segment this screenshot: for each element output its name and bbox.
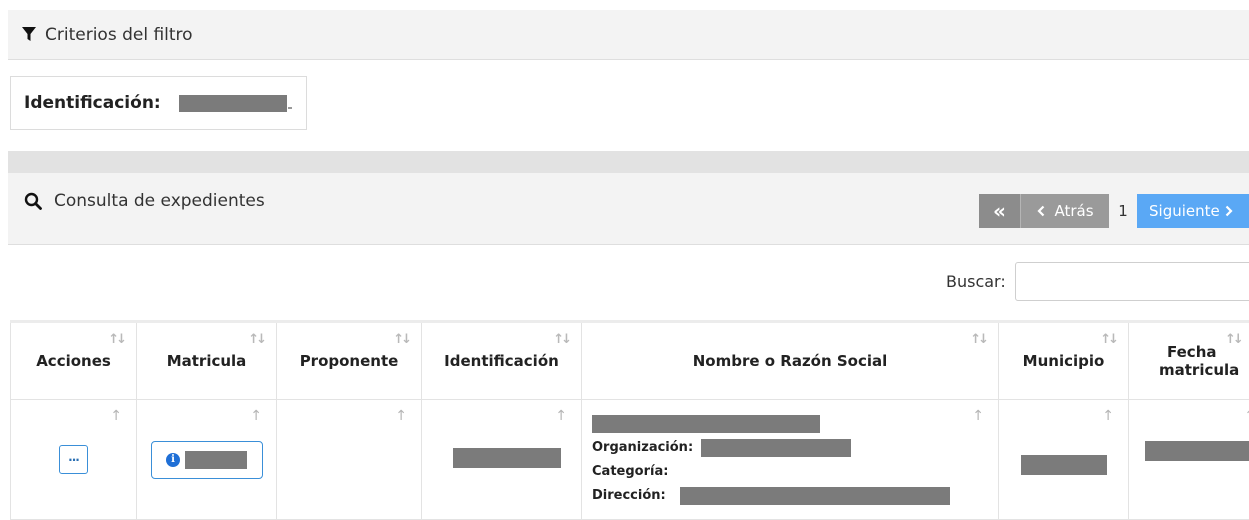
column-header-label: Acciones (36, 352, 111, 370)
next-page-label: Siguiente (1149, 202, 1220, 220)
first-page-button[interactable]: « (979, 194, 1020, 228)
sort-icon: ↑↓ (553, 332, 569, 347)
redacted-nombre-line (592, 412, 997, 436)
filter-icon (22, 27, 36, 42)
previous-page-button[interactable]: Atrás (1020, 194, 1109, 228)
column-header-municipio[interactable]: ↑↓ Municipio (999, 322, 1129, 400)
column-header-label: Identificación (444, 352, 559, 370)
sort-arrow-icon: ↑ (1102, 408, 1114, 424)
direccion-line: Dirección: (592, 484, 997, 508)
cell-acciones: ↑ ··· (11, 400, 137, 520)
matricula-button[interactable]: i (151, 441, 263, 479)
sort-icon: ↑↓ (1100, 332, 1116, 347)
cell-identificacion: ↑ (422, 400, 582, 520)
previous-page-label: Atrás (1054, 202, 1093, 220)
organizacion-line: Organización: (592, 436, 997, 460)
info-icon: i (166, 453, 180, 467)
redacted-identificacion-value (179, 95, 287, 112)
filter-summary-box: Identificación: (10, 76, 307, 130)
redacted-matricula-value (185, 451, 247, 469)
page-number-1[interactable]: 1 (1109, 194, 1137, 228)
cell-matricula: ↑ i (137, 400, 277, 520)
sort-arrow-icon: ↑ (250, 408, 262, 424)
filter-criteria-header[interactable]: Criterios del filtro (8, 10, 1249, 60)
sort-arrow-icon: ↑ (555, 408, 567, 424)
double-chevron-left-icon: « (993, 199, 1006, 223)
categoria-line: Categoría: (592, 460, 997, 484)
direccion-label: Dirección: (592, 488, 666, 503)
column-header-acciones[interactable]: ↑↓ Acciones (11, 322, 137, 400)
identificacion-filter-label: Identificación: (24, 93, 161, 113)
search-icon (24, 192, 42, 210)
next-page-button[interactable]: Siguiente (1137, 194, 1249, 228)
redacted-direccion (680, 487, 950, 505)
consulta-title: Consulta de expedientes (24, 191, 265, 211)
redacted-fecha (1145, 441, 1249, 461)
redacted-municipio (1021, 455, 1107, 475)
search-label: Buscar: (946, 272, 1006, 291)
search-input[interactable] (1015, 262, 1249, 301)
redaction-artifact (288, 107, 292, 109)
sort-arrow-icon: ↑ (110, 408, 122, 424)
filter-criteria-title: Criterios del filtro (45, 25, 193, 45)
cell-municipio: ↑ (999, 400, 1129, 520)
sort-icon: ↑↓ (970, 332, 986, 347)
column-header-label: Municipio (1023, 352, 1105, 370)
column-header-label: Proponente (300, 352, 399, 370)
section-separator (8, 151, 1249, 173)
cell-nombre-razon-social: ↑ Organización: Categoría: Dirección: (582, 400, 999, 520)
sort-icon: ↑↓ (393, 332, 409, 347)
organizacion-label: Organización: (592, 440, 693, 455)
column-header-matricula[interactable]: ↑↓ Matricula (137, 322, 277, 400)
sort-icon: ↑↓ (108, 332, 124, 347)
sort-icon: ↑↓ (248, 332, 264, 347)
redacted-nombre (592, 415, 820, 433)
pagination: « Atrás 1 Siguiente (979, 194, 1249, 228)
column-header-label: Nombre o Razón Social (693, 352, 888, 370)
column-header-identificacion[interactable]: ↑↓ Identificación (422, 322, 582, 400)
cell-proponente: ↑ (277, 400, 422, 520)
cell-fecha-matricula: ↑ (1129, 400, 1249, 520)
sort-arrow-icon: ↑ (395, 408, 407, 424)
sort-icon: ↑↓ (1225, 332, 1241, 347)
expedientes-table: ↑↓ Acciones ↑↓ Matricula ↑↓ Proponente ↑… (10, 320, 1249, 520)
table-header-row: ↑↓ Acciones ↑↓ Matricula ↑↓ Proponente ↑… (11, 322, 1249, 400)
consulta-title-text: Consulta de expedientes (54, 191, 265, 211)
actions-menu-button[interactable]: ··· (59, 445, 88, 474)
column-header-proponente[interactable]: ↑↓ Proponente (277, 322, 422, 400)
search-row: Buscar: (946, 262, 1249, 301)
sort-arrow-icon: ↑ (1244, 408, 1249, 424)
chevron-left-icon (1036, 205, 1046, 217)
column-header-label-line2: matricula (1159, 361, 1249, 379)
consulta-header: Consulta de expedientes « Atrás 1 Siguie… (8, 173, 1249, 245)
column-header-label: Matricula (167, 352, 247, 370)
column-header-fecha-matricula[interactable]: ↑↓ Fecha matricula (1129, 322, 1249, 400)
table-row: ↑ ··· ↑ i ↑ ↑ ↑ (11, 400, 1249, 520)
sort-arrow-icon: ↑ (972, 408, 984, 424)
column-header-nombre-razon-social[interactable]: ↑↓ Nombre o Razón Social (582, 322, 999, 400)
redacted-identificacion (453, 448, 561, 468)
chevron-right-icon (1224, 205, 1234, 217)
categoria-label: Categoría: (592, 464, 668, 479)
redacted-organizacion (701, 439, 851, 457)
